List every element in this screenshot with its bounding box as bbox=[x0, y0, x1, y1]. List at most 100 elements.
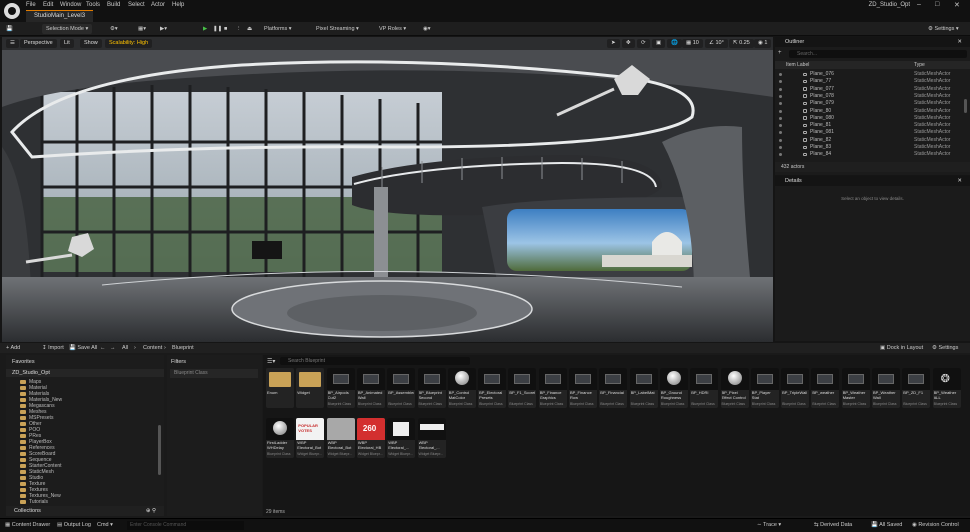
outliner-row[interactable]: Plane_77 StaticMeshActor bbox=[775, 78, 961, 84]
asset-tile[interactable]: BP_Finance Row Blueprint Class bbox=[569, 368, 597, 408]
visibility-eye-icon[interactable] bbox=[779, 124, 782, 128]
visibility-eye-icon[interactable] bbox=[779, 102, 782, 106]
outliner-close-icon[interactable]: ✕ bbox=[957, 37, 962, 47]
selection-mode-dropdown[interactable]: Selection Mode ▾ bbox=[42, 24, 93, 34]
tree-scrollbar[interactable] bbox=[158, 425, 161, 475]
asset-tile[interactable]: BP_Weather Wall Blueprint Class bbox=[872, 368, 900, 408]
asset-tile[interactable]: BP_F1_Scoreboard Blueprint Class bbox=[508, 368, 537, 408]
outliner-search-input[interactable]: Search... bbox=[789, 50, 967, 58]
menu-edit[interactable]: Edit bbox=[43, 2, 53, 8]
asset-tile[interactable]: POPULAR VOTES WBP Electoral_Bot Widget Blu… bbox=[296, 418, 325, 458]
translate-icon[interactable]: ✥ bbox=[622, 39, 635, 48]
filter-blueprint-class[interactable]: Blueprint Class bbox=[170, 369, 258, 378]
asset-tile[interactable]: BP_Pixel Effect Control Blueprint Class bbox=[720, 368, 749, 408]
back-icon[interactable]: ← bbox=[100, 343, 106, 353]
asset-tile[interactable]: BP_HDRI Blueprint Class bbox=[690, 368, 719, 408]
breadcrumb-blueprint[interactable]: Blueprint bbox=[172, 343, 194, 353]
outliner-row[interactable]: Plane_081 StaticMeshActor bbox=[775, 129, 961, 135]
camera-speed-button[interactable]: ◉ 1 bbox=[754, 39, 772, 48]
add-filter-icon[interactable]: + bbox=[778, 50, 782, 56]
cmd-dropdown[interactable]: Cmd ▾ bbox=[97, 522, 113, 528]
outliner-scrollbar[interactable] bbox=[964, 99, 967, 113]
breadcrumb-all[interactable]: All bbox=[122, 343, 128, 353]
asset-tile[interactable]: BP_Assembled Blueprint Class bbox=[387, 368, 416, 408]
favorites-header[interactable]: Favorites bbox=[12, 359, 35, 365]
show-button[interactable]: Show bbox=[80, 39, 102, 48]
collections-search-icon[interactable]: ⊕ ⚲ bbox=[146, 506, 156, 516]
visibility-eye-icon[interactable] bbox=[779, 153, 782, 157]
output-log-button[interactable]: ▤ Output Log bbox=[57, 522, 91, 528]
menu-file[interactable]: File bbox=[26, 2, 36, 8]
filter-icon[interactable]: ☰▾ bbox=[267, 358, 275, 365]
asset-tile[interactable]: ❂ BP_Weather ALL Blueprint Class bbox=[932, 368, 961, 408]
rotation-snap-button[interactable]: ∠ 10° bbox=[705, 39, 728, 48]
viewport-menu-icon[interactable]: ☰ bbox=[6, 39, 19, 48]
outliner-row[interactable]: Plane_078 StaticMeshActor bbox=[775, 93, 961, 99]
outliner-row[interactable]: Plane_079 StaticMeshActor bbox=[775, 100, 961, 106]
play-options-icon[interactable]: ⋮ bbox=[236, 24, 242, 34]
asset-tile[interactable]: FirstLadder WHDelay Blueprint Class bbox=[266, 418, 294, 458]
blueprint-icon[interactable]: ▦▾ bbox=[138, 24, 146, 34]
maximize-icon[interactable]: □ bbox=[935, 1, 939, 8]
all-saved-button[interactable]: 💾 All Saved bbox=[871, 522, 902, 528]
perspective-button[interactable]: Perspective bbox=[20, 39, 57, 48]
lit-button[interactable]: Lit bbox=[60, 39, 74, 48]
asset-tile[interactable]: BP_Airpods Cut2 Blueprint Class bbox=[326, 368, 355, 408]
col-type[interactable]: Type bbox=[914, 61, 925, 69]
visibility-eye-icon[interactable] bbox=[779, 87, 782, 91]
visibility-eye-icon[interactable] bbox=[779, 73, 782, 76]
revision-control-button[interactable]: ◉ Revision Control bbox=[912, 522, 959, 528]
grid-snap-button[interactable]: ▦ 10 bbox=[682, 39, 703, 48]
menu-actor[interactable]: Actor bbox=[151, 2, 165, 8]
trace-dropdown[interactable]: ∼ Trace ▾ bbox=[757, 522, 781, 528]
collections-header[interactable]: Collections ⊕ ⚲ bbox=[6, 506, 164, 516]
outliner-row[interactable]: Plane_83 StaticMeshActor bbox=[775, 144, 961, 150]
outliner-row[interactable]: Plane_84 StaticMeshActor bbox=[775, 151, 961, 157]
visibility-eye-icon[interactable] bbox=[779, 138, 782, 142]
add-actor-icon[interactable]: ⚙▾ bbox=[110, 24, 118, 34]
level-tab[interactable]: StudioMain_Level3 bbox=[26, 10, 94, 22]
visibility-eye-icon[interactable] bbox=[779, 131, 782, 135]
outliner-row[interactable]: Plane_80 StaticMeshActor bbox=[775, 108, 961, 114]
visibility-eye-icon[interactable] bbox=[779, 80, 782, 84]
menu-select[interactable]: Select bbox=[128, 2, 145, 8]
eject-icon[interactable]: ⏏ bbox=[247, 24, 252, 34]
asset-tile[interactable]: BP_TripleWall Blueprint Class bbox=[781, 368, 810, 408]
settings-dropdown[interactable]: ⚙ Settings ▾ bbox=[928, 24, 959, 34]
project-root[interactable]: ZD_Studio_Opt bbox=[6, 369, 164, 377]
import-button[interactable]: ↧ Import bbox=[42, 343, 64, 353]
add-button[interactable]: + Add bbox=[6, 343, 20, 353]
outliner-row[interactable]: Plane_076 StaticMeshActor bbox=[775, 71, 961, 77]
outliner-row[interactable]: Plane_077 StaticMeshActor bbox=[775, 86, 961, 92]
menu-help[interactable]: Help bbox=[172, 2, 184, 8]
folder-item[interactable]: Tutorials bbox=[20, 499, 48, 505]
unreal-logo-icon[interactable] bbox=[4, 3, 20, 19]
save-icon[interactable]: 💾 bbox=[6, 24, 13, 34]
minimize-icon[interactable]: – bbox=[917, 1, 921, 8]
asset-tile[interactable]: 260 WBP Electoral_HB Widget Bluepr... bbox=[356, 418, 385, 458]
visibility-eye-icon[interactable] bbox=[779, 146, 782, 149]
asset-tile[interactable]: Enum bbox=[266, 368, 294, 408]
play-icon[interactable]: ▶ bbox=[203, 24, 207, 34]
scalability-warning[interactable]: Scalability: High bbox=[105, 39, 153, 48]
asset-tile[interactable]: BP_Finance Graphics Blueprint Class bbox=[538, 368, 567, 408]
close-icon[interactable]: ✕ bbox=[954, 1, 960, 9]
asset-tile[interactable]: BP_Financial Blueprint Class bbox=[599, 368, 628, 408]
pause-icon[interactable]: ❚❚ bbox=[213, 24, 222, 34]
asset-tile[interactable]: Widget bbox=[296, 368, 325, 408]
dock-in-layout-button[interactable]: ▣ Dock in Layout bbox=[880, 343, 923, 353]
console-input[interactable]: Enter Console Command bbox=[127, 521, 244, 530]
content-drawer-button[interactable]: ▦ Content Drawer bbox=[5, 522, 50, 528]
breadcrumb-content[interactable]: Content bbox=[143, 343, 162, 353]
asset-tile[interactable]: BP_Ground Roughness Blueprint Class bbox=[659, 368, 688, 408]
cinematics-icon[interactable]: ▶▾ bbox=[160, 24, 167, 34]
asset-tile[interactable]: WBP Electoral_... Widget Bluepr... bbox=[387, 418, 416, 458]
stop-icon[interactable]: ■ bbox=[224, 24, 227, 34]
platforms-dropdown[interactable]: Platforms ▾ bbox=[264, 24, 292, 34]
asset-tile[interactable]: BP_Player Stat Blueprint Class bbox=[750, 368, 779, 408]
asset-tile[interactable]: WBP Electoral_Bot Widget Bluepr... bbox=[326, 418, 355, 458]
vp-roles-dropdown[interactable]: VP Roles ▾ bbox=[379, 24, 406, 34]
asset-tile[interactable]: BP_weather Blueprint Class bbox=[811, 368, 840, 408]
menu-tools[interactable]: Tools bbox=[86, 2, 100, 8]
virtual-camera-icon[interactable]: ◉▾ bbox=[423, 24, 431, 34]
